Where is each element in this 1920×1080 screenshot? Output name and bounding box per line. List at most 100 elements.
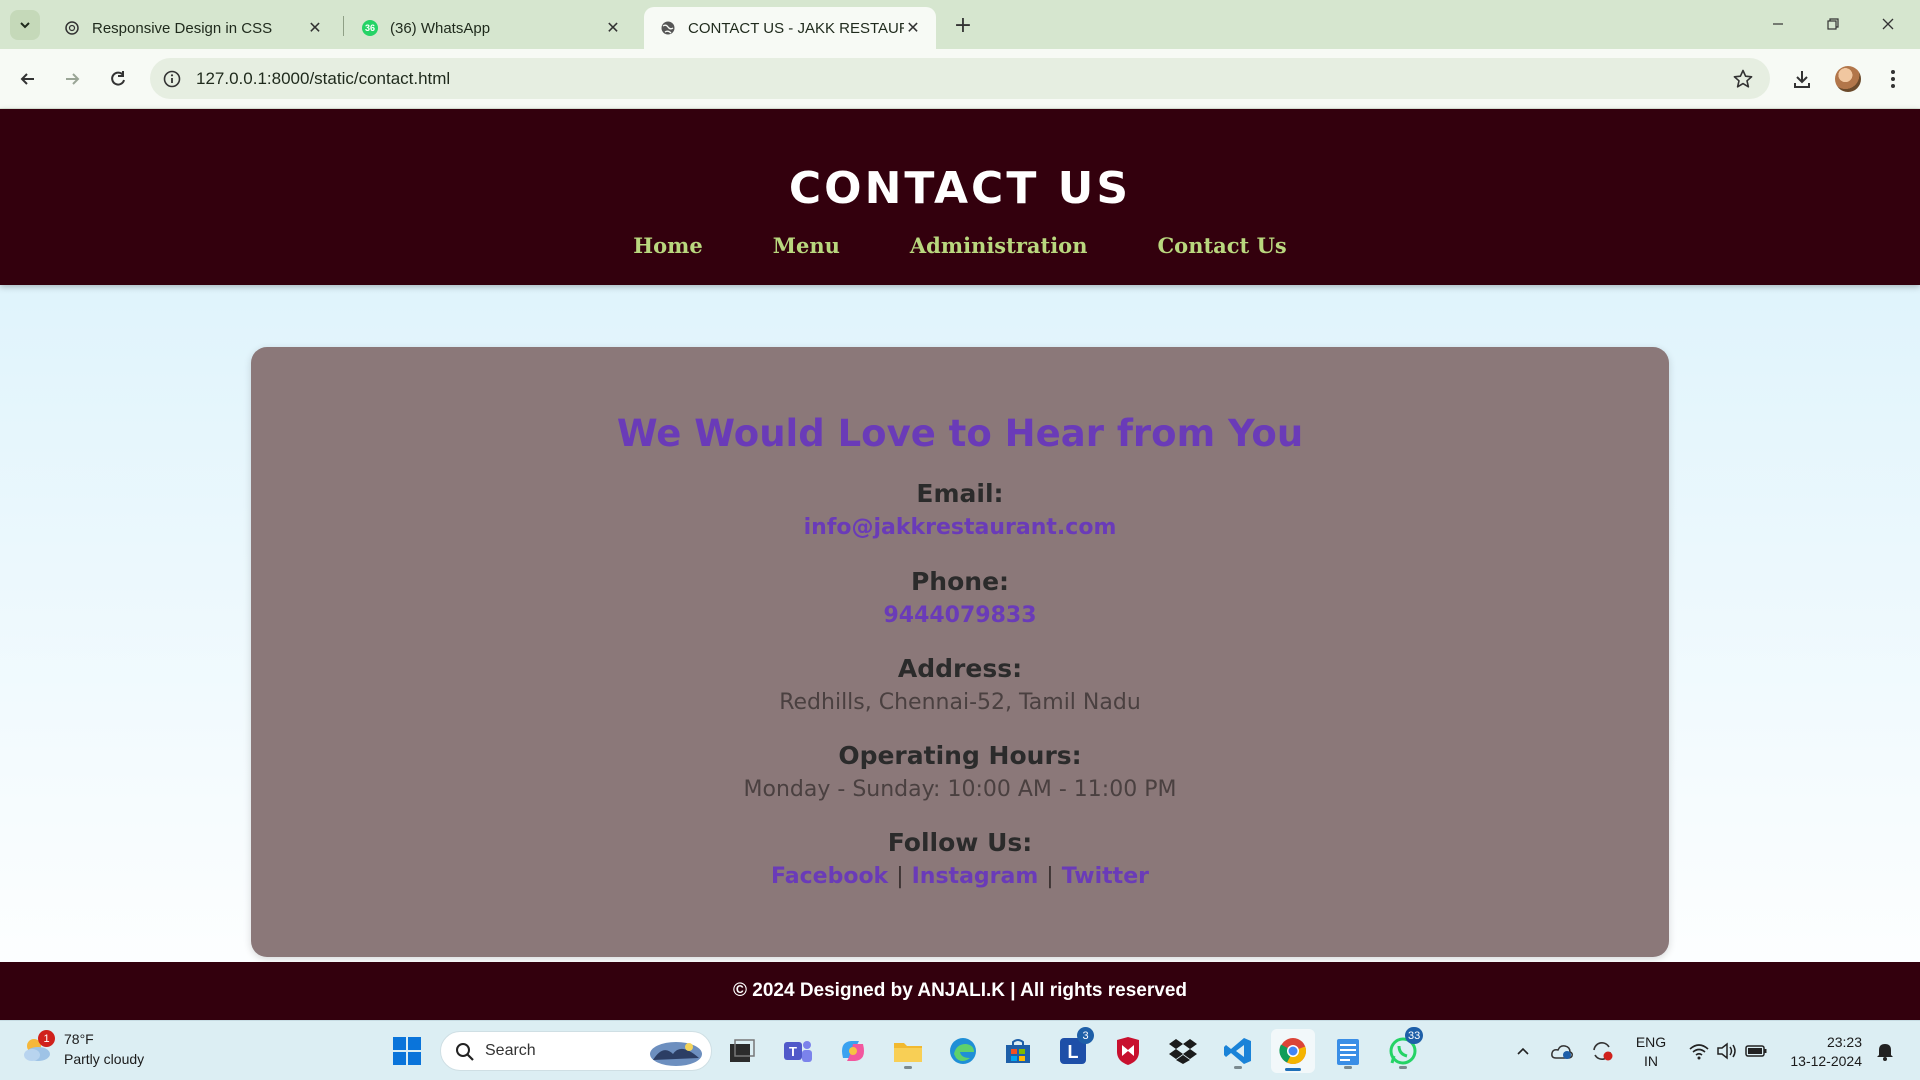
nav-link-administration[interactable]: Administration — [910, 233, 1088, 258]
wifi-tray[interactable] — [1686, 1031, 1712, 1071]
start-button[interactable] — [387, 1031, 427, 1071]
sync-tray[interactable] — [1589, 1031, 1615, 1071]
minimize-icon — [1773, 23, 1783, 25]
tab-responsive-design[interactable]: Responsive Design in CSS ✕ — [48, 7, 338, 49]
reload-icon — [111, 71, 125, 86]
close-icon[interactable]: ✕ — [904, 19, 922, 37]
nav-link-contact-us[interactable]: Contact Us — [1157, 233, 1286, 258]
social-section: Follow Us: Facebook | Instagram | Twitter — [251, 826, 1669, 894]
vscode-app[interactable] — [1218, 1031, 1258, 1071]
chrome-app[interactable] — [1271, 1029, 1315, 1073]
page-title: CONTACT US — [788, 163, 1132, 214]
address-value: Redhills, Chennai-52, Tamil Nadu — [779, 690, 1141, 715]
battery-tray[interactable] — [1743, 1031, 1769, 1071]
address-section: Address: Redhills, Chennai-52, Tamil Nad… — [251, 652, 1669, 720]
volume-tray[interactable] — [1714, 1031, 1740, 1071]
arrow-left-icon — [20, 73, 34, 85]
windows-logo-icon — [393, 1037, 421, 1065]
bell-icon — [1877, 1044, 1893, 1061]
close-icon[interactable]: ✕ — [306, 19, 324, 37]
wifi-icon — [1689, 1044, 1709, 1060]
weather-widget[interactable]: 1 78°F Partly cloudy — [20, 1029, 144, 1069]
email-section: Email: info@jakkrestaurant.com — [251, 477, 1669, 545]
address-bar[interactable]: 127.0.0.1:8000/static/contact.html — [150, 58, 1770, 99]
show-hidden-icons-button[interactable] — [1511, 1031, 1535, 1071]
more-vertical-icon — [1891, 70, 1895, 88]
mcafee-app[interactable] — [1108, 1031, 1148, 1071]
twitter-link[interactable]: Twitter — [1062, 864, 1149, 889]
edge-app[interactable] — [943, 1031, 983, 1071]
notifications-button[interactable] — [1872, 1031, 1898, 1071]
speaker-icon — [1717, 1042, 1736, 1060]
bookmark-star-icon[interactable] — [1732, 68, 1754, 90]
svg-text:T: T — [789, 1044, 797, 1059]
notification-badge: 33 — [1405, 1027, 1424, 1044]
clock-time: 23:23 — [1826, 1034, 1862, 1050]
close-icon[interactable]: ✕ — [604, 19, 622, 37]
notepad-app[interactable] — [1328, 1031, 1368, 1071]
download-icon — [1794, 71, 1810, 88]
search-highlight-icon — [650, 1042, 702, 1066]
email-link[interactable]: info@jakkrestaurant.com — [804, 515, 1117, 540]
phone-link[interactable]: 9444079833 — [883, 603, 1036, 628]
windows-taskbar: 1 78°F Partly cloudy Search T L 3 33 ENG… — [0, 1020, 1920, 1080]
notification-badge: 1 — [38, 1030, 55, 1047]
weather-description: Partly cloudy — [64, 1051, 145, 1067]
email-label: Email: — [916, 479, 1004, 508]
tab-search-button[interactable] — [10, 10, 40, 40]
profile-avatar[interactable] — [1835, 66, 1861, 92]
lens-app[interactable]: L 3 — [1053, 1027, 1094, 1071]
tab-contact-us[interactable]: CONTACT US - JAKK RESTAURA ✕ — [644, 7, 936, 49]
store-icon — [1006, 1039, 1030, 1063]
page-viewport: CONTACT US Home Menu Administration Cont… — [0, 109, 1920, 1020]
dropbox-icon — [1169, 1039, 1197, 1064]
language-indicator[interactable]: ENG IN — [1630, 1033, 1672, 1071]
url-text[interactable]: 127.0.0.1:8000/static/contact.html — [196, 69, 450, 89]
svg-text:L: L — [1068, 1042, 1079, 1062]
separator: | — [896, 864, 904, 889]
site-footer: © 2024 Designed by ANJALI.K | All rights… — [0, 962, 1920, 1020]
search-icon — [456, 1043, 474, 1061]
browser-menu-button[interactable] — [1879, 65, 1907, 93]
minimize-button[interactable] — [1758, 8, 1798, 40]
contact-card: We Would Love to Hear from You Email: in… — [251, 347, 1669, 957]
chevron-down-icon — [20, 22, 30, 29]
copilot-app[interactable] — [833, 1031, 873, 1071]
instagram-link[interactable]: Instagram — [912, 864, 1039, 889]
nav-link-menu[interactable]: Menu — [773, 233, 840, 258]
facebook-link[interactable]: Facebook — [771, 864, 888, 889]
task-view-icon — [730, 1039, 755, 1062]
whatsapp-app[interactable]: 33 — [1383, 1027, 1424, 1071]
restore-button[interactable] — [1813, 8, 1853, 40]
browser-toolbar: 127.0.0.1:8000/static/contact.html — [0, 49, 1920, 109]
info-icon[interactable] — [162, 69, 182, 89]
downloads-button[interactable] — [1788, 65, 1816, 93]
new-tab-button[interactable]: + — [950, 12, 976, 38]
vscode-icon — [1224, 1038, 1251, 1064]
address-label: Address: — [897, 654, 1023, 683]
reload-button[interactable] — [104, 65, 132, 93]
sync-icon — [1593, 1042, 1613, 1061]
phone-section: Phone: 9444079833 — [251, 565, 1669, 633]
tab-title: Responsive Design in CSS — [92, 19, 273, 37]
taskbar-search[interactable]: Search — [440, 1031, 712, 1071]
tab-whatsapp[interactable]: 36 (36) WhatsApp ✕ — [346, 7, 636, 49]
close-window-button[interactable] — [1868, 8, 1908, 40]
footer-text: © 2024 Designed by ANJALI.K | All rights… — [733, 980, 1187, 1001]
clock[interactable]: 23:23 13-12-2024 — [1782, 1033, 1862, 1071]
dropbox-app[interactable] — [1163, 1031, 1203, 1071]
microsoft-store-app[interactable] — [998, 1031, 1038, 1071]
back-button[interactable] — [14, 65, 42, 93]
onedrive-tray[interactable] — [1549, 1031, 1575, 1071]
chevron-up-icon — [1517, 1047, 1529, 1055]
task-view-button[interactable] — [722, 1031, 762, 1071]
hours-value: Monday - Sunday: 10:00 AM - 11:00 PM — [743, 777, 1177, 802]
hours-section: Operating Hours: Monday - Sunday: 10:00 … — [251, 739, 1669, 807]
phone-label: Phone: — [910, 567, 1010, 596]
nav-link-home[interactable]: Home — [633, 233, 702, 258]
forward-button[interactable] — [58, 65, 86, 93]
whatsapp-icon: 36 — [362, 20, 378, 36]
file-explorer-app[interactable] — [888, 1031, 928, 1071]
browser-tab-bar: Responsive Design in CSS ✕ 36 (36) Whats… — [0, 0, 1920, 49]
teams-app[interactable]: T — [778, 1031, 818, 1071]
